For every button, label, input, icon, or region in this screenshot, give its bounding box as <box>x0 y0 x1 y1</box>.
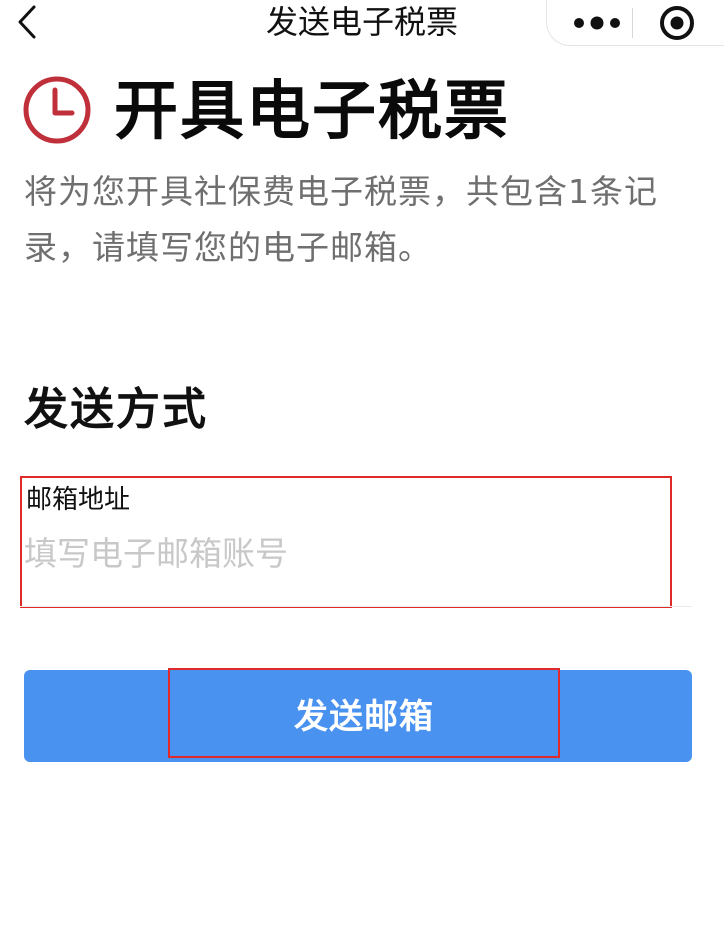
page-title: 开具电子税票 <box>114 75 510 149</box>
capsule-divider <box>632 8 633 38</box>
email-input[interactable] <box>24 530 644 576</box>
more-dots-icon[interactable] <box>567 10 627 36</box>
email-field-group: 邮箱地址 <box>20 476 672 608</box>
field-divider <box>20 606 692 607</box>
mini-program-capsule <box>546 0 724 46</box>
section-title-send-method: 发送方式 <box>24 384 208 435</box>
clock-icon <box>23 76 91 144</box>
send-email-button[interactable]: 发送邮箱 <box>24 668 692 762</box>
page-description: 将为您开具社保费电子税票，共包含1条记录，请填写您的电子邮箱。 <box>24 172 658 267</box>
send-button-highlight: 发送邮箱 <box>168 668 560 758</box>
email-label: 邮箱地址 <box>26 485 131 515</box>
target-close-icon[interactable] <box>657 3 697 43</box>
send-button-label: 发送邮箱 <box>294 696 434 737</box>
nav-bar: 发送电子税票 <box>0 0 724 50</box>
